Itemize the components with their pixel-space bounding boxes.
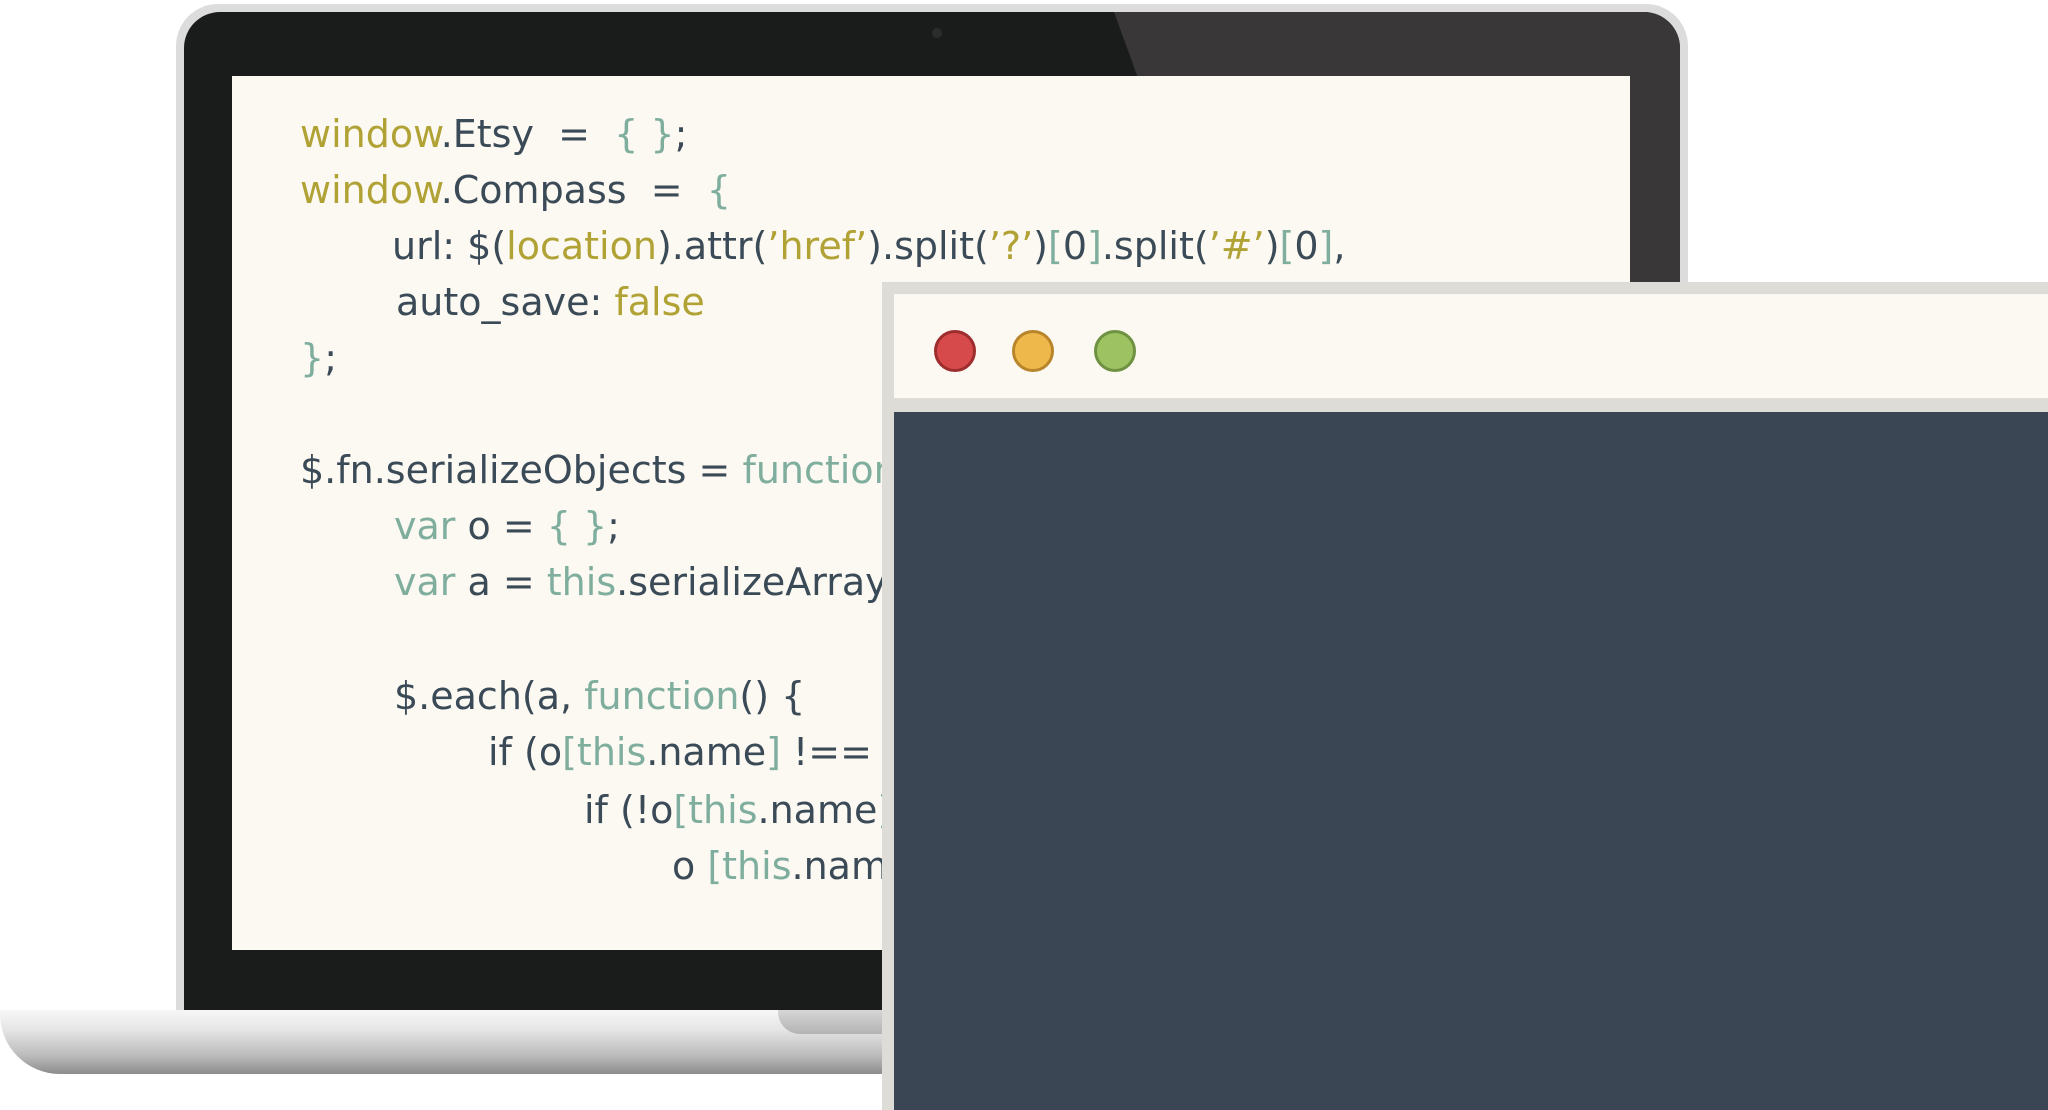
minimize-window-button[interactable] — [1012, 330, 1054, 372]
code-line: url: $(location).attr(’href’).split(’?’)… — [392, 218, 1345, 274]
code-token: $.fn.serializeObjects = — [300, 448, 743, 492]
code-token: function — [584, 674, 740, 718]
code-line: $.fn.serializeObjects = function — [300, 442, 898, 498]
code-token: false — [614, 280, 705, 324]
code-token: o = — [455, 504, 547, 548]
code-line: if (!o[this.name] — [584, 782, 892, 838]
code-token: ) — [1033, 224, 1048, 268]
code-token: if (o — [488, 730, 563, 774]
code-token: .name — [646, 730, 767, 774]
browser-titlebar — [894, 294, 2048, 398]
code-token: location — [506, 224, 657, 268]
code-token: if (!o — [584, 788, 674, 832]
code-token: () { — [739, 674, 806, 718]
code-token: url: $( — [392, 224, 507, 268]
code-token: [ — [562, 730, 577, 774]
code-line: window.Etsy = { }; — [300, 106, 687, 162]
code-token: 0 — [1294, 224, 1319, 268]
code-token: [ — [1048, 224, 1063, 268]
code-token: ).split( — [867, 224, 989, 268]
code-token: window — [300, 168, 441, 212]
code-line: var o = { }; — [394, 498, 620, 554]
code-token: } — [300, 336, 325, 380]
browser-content — [894, 412, 2048, 1110]
code-token: .serializeArray( — [616, 560, 903, 604]
code-token: ’#’ — [1208, 224, 1265, 268]
code-token: { } — [546, 504, 608, 548]
code-token: auto_save: — [396, 280, 615, 324]
code-line: o [this.name — [672, 838, 911, 894]
code-line: window.Compass = { — [300, 162, 731, 218]
code-token: [ — [673, 788, 689, 832]
code-token: this — [688, 788, 758, 832]
close-window-button[interactable] — [934, 330, 976, 372]
code-line: if (o[this.name] !== ur — [488, 724, 924, 780]
code-token: var — [394, 560, 456, 604]
code-token: .Compass = — [440, 168, 707, 212]
code-token: ) — [1264, 224, 1280, 268]
code-token: ] — [1318, 224, 1334, 268]
code-token: $.each(a, — [394, 674, 585, 718]
code-line: auto_save: false — [396, 274, 705, 330]
code-token: { } — [614, 112, 675, 156]
code-token: ).attr( — [656, 224, 768, 268]
code-token: this — [576, 730, 647, 774]
code-line: $.each(a, function() { — [394, 668, 805, 724]
code-token: .name — [757, 788, 878, 832]
code-token: [ — [707, 844, 723, 888]
code-token: ’href’ — [767, 224, 868, 268]
code-token: var — [394, 504, 456, 548]
code-token: ; — [324, 336, 337, 380]
code-token: window — [300, 112, 441, 156]
code-token: ] — [1087, 224, 1102, 268]
code-token: ; — [607, 504, 620, 548]
code-token: !== — [780, 730, 885, 774]
code-token: .split( — [1101, 224, 1209, 268]
code-token: this — [722, 844, 792, 888]
code-token: this — [546, 560, 617, 604]
code-token: ] — [766, 730, 781, 774]
maximize-window-button[interactable] — [1094, 330, 1136, 372]
code-line: }; — [300, 330, 337, 386]
code-token: o — [672, 844, 708, 888]
camera-dot — [932, 28, 942, 38]
code-token: .Etsy = — [440, 112, 615, 156]
code-line: var a = this.serializeArray( — [394, 554, 902, 610]
code-token: { — [706, 168, 731, 212]
code-token: [ — [1279, 224, 1295, 268]
code-token: , — [1333, 224, 1346, 268]
code-token: a = — [455, 560, 547, 604]
code-token: function — [742, 448, 898, 492]
code-token: ’?’ — [988, 224, 1034, 268]
code-token: ; — [674, 112, 688, 156]
code-token: 0 — [1062, 224, 1088, 268]
